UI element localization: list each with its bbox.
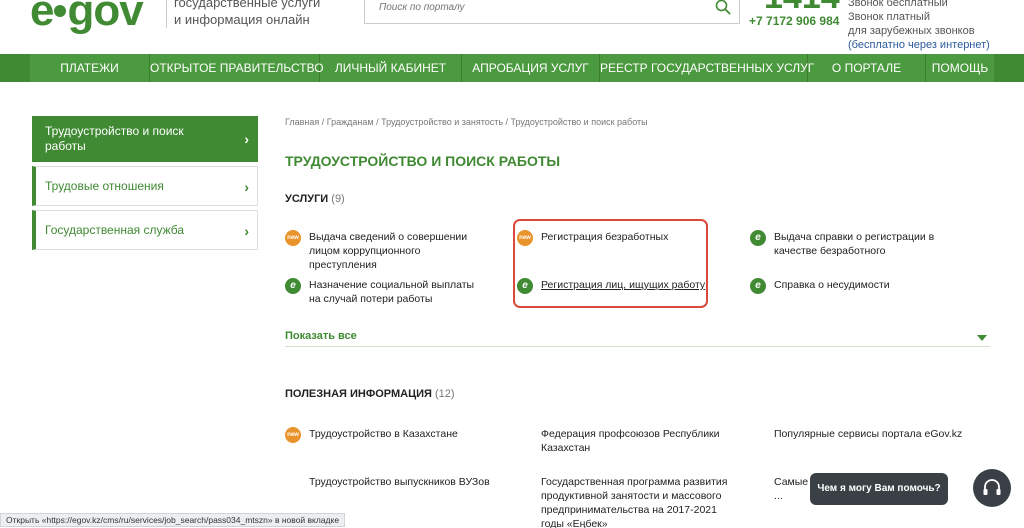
tagline-line-1: государственные услуги — [174, 0, 321, 10]
tagline-line-2: и информация онлайн — [174, 12, 310, 27]
info-item[interactable]: Трудоустройство выпускников ВУЗов — [309, 475, 519, 489]
triangle-down-icon — [977, 335, 987, 341]
browser-status-bar: Открыть «https://egov.kz/cms/ru/services… — [0, 513, 346, 527]
search-icon[interactable] — [715, 0, 731, 15]
egov-e-icon: e — [750, 278, 766, 294]
info-item[interactable]: Государственная программа развития проду… — [541, 475, 731, 528]
nav-item-service-approbation[interactable]: АПРОБАЦИЯ УСЛУГ — [462, 54, 600, 82]
phone-info-intl: для зарубежных звонков — [848, 25, 975, 37]
site-tagline: государственные услуги и информация онла… — [166, 0, 326, 28]
chevron-right-icon: › — [244, 131, 249, 147]
search-box — [364, 0, 740, 24]
nav-item-open-government[interactable]: ОТКРЫТОЕ ПРАВИТЕЛЬСТВО — [150, 54, 324, 82]
highlight-box — [513, 219, 708, 308]
help-chat-button[interactable] — [973, 469, 1011, 507]
info-item[interactable]: Популярные сервисы портала eGov.kz — [774, 427, 984, 441]
logo-dot — [54, 5, 67, 17]
service-item[interactable]: e Назначение социальной выплаты на случа… — [285, 278, 485, 306]
phone-info: Звонок бесплатный Звонок платный для зар… — [848, 0, 990, 52]
sidebar-item-job-search[interactable]: Трудоустройство и поиск работы › — [32, 116, 258, 162]
sidebar-item-label: Трудовые отношения — [45, 179, 164, 193]
egov-e-icon: e — [750, 230, 766, 246]
phone-info-paid: Звонок платный — [848, 11, 930, 23]
new-badge-icon: new — [285, 230, 301, 246]
services-count: (9) — [331, 193, 345, 205]
useful-info-heading: ПОЛЕЗНАЯ ИНФОРМАЦИЯ (12) — [285, 388, 455, 400]
egov-logo[interactable]: e gov — [30, 0, 144, 36]
info-count: (12) — [435, 388, 455, 400]
headset-icon — [983, 479, 1001, 495]
sidebar-item-labor-relations[interactable]: Трудовые отношения › — [32, 166, 258, 206]
phone-full-number: +7 7172 906 984 — [749, 14, 840, 28]
breadcrumb[interactable]: Главная / Гражданам / Трудоустройство и … — [285, 117, 648, 127]
sidebar: Трудоустройство и поиск работы › Трудовы… — [32, 116, 258, 254]
nav-item-about[interactable]: О ПОРТАЛЕ — [808, 54, 926, 82]
page-title: ТРУДОУСТРОЙСТВО И ПОИСК РАБОТЫ — [285, 153, 561, 169]
nav-item-payments[interactable]: ПЛАТЕЖИ — [30, 54, 150, 82]
search-input[interactable] — [379, 2, 699, 13]
show-all-button[interactable]: Показать все — [285, 330, 990, 347]
service-item[interactable]: e Выдача справки о регистрации в качеств… — [750, 230, 950, 258]
service-item[interactable]: e Справка о несудимости — [750, 278, 950, 294]
info-item[interactable]: Самые ... — [774, 475, 814, 503]
sidebar-item-label: Государственная служба — [45, 223, 185, 237]
site-header: e gov государственные услуги и информация… — [0, 0, 1024, 54]
chevron-right-icon: › — [244, 179, 249, 195]
help-chat-bubble[interactable]: Чем я могу Вам помочь? — [810, 473, 948, 505]
services-heading: УСЛУГИ (9) — [285, 193, 345, 205]
service-item[interactable]: new Выдача сведений о совершении лицом к… — [285, 230, 485, 272]
egov-e-icon: e — [285, 278, 301, 294]
info-item[interactable]: Федерация профсоюзов Республики Казахста… — [541, 427, 731, 455]
nav-item-help[interactable]: ПОМОЩЬ — [926, 54, 994, 82]
phone-info-internet-link[interactable]: (бесплатно через интернет) — [848, 38, 990, 52]
phone-info-free: Звонок бесплатный — [848, 0, 948, 9]
info-item[interactable]: new Трудоустройство в Казахстане — [285, 427, 485, 443]
sidebar-item-label: Трудоустройство и поиск работы — [45, 124, 184, 153]
chevron-right-icon: › — [244, 223, 249, 239]
main-nav: ПЛАТЕЖИ ОТКРЫТОЕ ПРАВИТЕЛЬСТВО ЛИЧНЫЙ КА… — [0, 54, 1024, 82]
new-badge-icon: new — [285, 427, 301, 443]
nav-item-service-registry[interactable]: РЕЕСТР ГОСУДАРСТВЕННЫХ УСЛУГ — [600, 54, 814, 82]
nav-item-personal-cabinet[interactable]: ЛИЧНЫЙ КАБИНЕТ — [320, 54, 462, 82]
sidebar-item-civil-service[interactable]: Государственная служба › — [32, 210, 258, 250]
